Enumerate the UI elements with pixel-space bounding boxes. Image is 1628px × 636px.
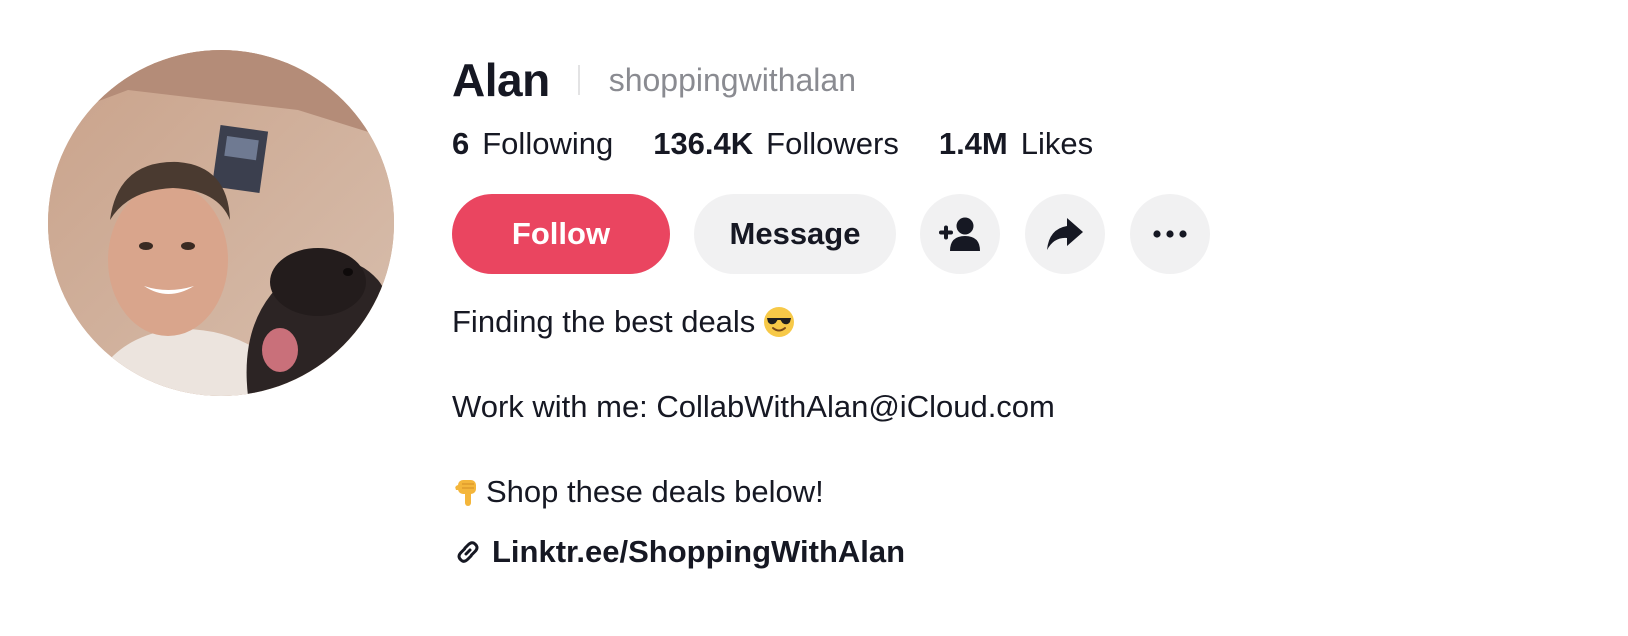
bio-line-2: Work with me: CollabWithAlan@iCloud.com [452,385,1352,429]
stat-following-label: Following [482,126,614,161]
bio-line-3: Shop these deals below! [452,470,1352,514]
title-row: Alan shoppingwithalan [452,52,856,108]
follow-button[interactable]: Follow [452,194,670,274]
stat-followers-count: 136.4K [653,126,754,161]
sunglasses-emoji-icon [764,307,795,337]
add-friend-button[interactable] [920,194,1000,274]
profile-header: Alan shoppingwithalan 6 Following 136.4K… [0,0,1628,636]
profile-info: Alan shoppingwithalan 6 Following 136.4K… [452,0,1552,636]
stat-following-count: 6 [452,126,470,161]
username: shoppingwithalan [608,61,856,98]
more-button[interactable] [1130,194,1210,274]
link-icon [452,536,484,568]
bio-text-2: Work with me: CollabWithAlan@iCloud.com [452,389,1055,424]
bio-line-1: Finding the best deals [452,300,1352,344]
profile-link[interactable]: Linktr.ee/ShoppingWithAlan [452,530,905,574]
stat-likes: 1.4M Likes [939,126,1093,162]
display-name: Alan [452,54,550,106]
name-divider [577,65,580,95]
bio-text-3: Shop these deals below! [486,474,824,509]
avatar[interactable] [48,50,394,396]
action-buttons: Follow Message [452,194,1235,274]
bio: Finding the best deals Work with me: Col… [452,300,1352,514]
stat-followers-label: Followers [766,126,899,161]
stat-following[interactable]: 6 Following [452,126,613,162]
stat-followers[interactable]: 136.4K Followers [653,126,899,162]
person-plus-icon [939,217,980,251]
stats-row: 6 Following 136.4K Followers 1.4M Likes [452,122,1133,166]
share-arrow-icon [1047,218,1083,250]
stat-likes-count: 1.4M [938,126,1008,161]
stat-likes-label: Likes [1020,126,1094,161]
pointing-down-emoji-icon [455,480,476,506]
share-button[interactable] [1025,194,1105,274]
more-dots-icon [1153,230,1187,238]
link-text[interactable]: Linktr.ee/ShoppingWithAlan [492,534,905,570]
bio-text-1: Finding the best deals [452,304,756,339]
message-button[interactable]: Message [694,194,896,274]
